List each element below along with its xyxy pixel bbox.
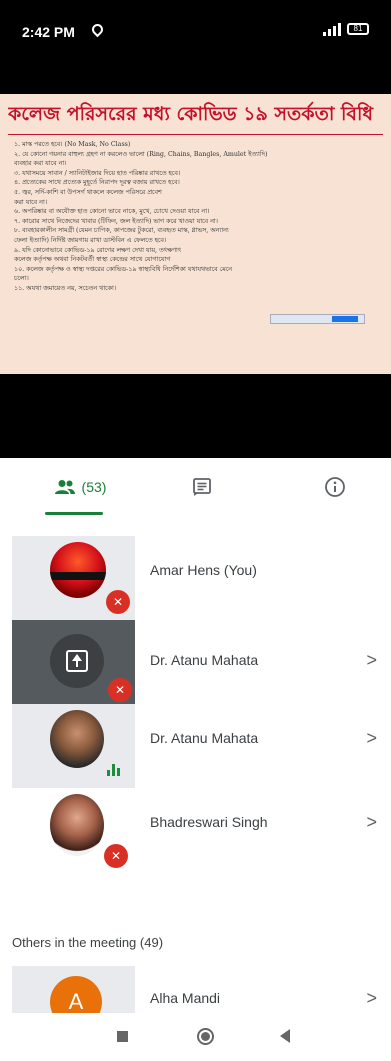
status-time: 2:42 PM xyxy=(22,24,75,40)
meeting-tabs: (53) xyxy=(0,458,391,516)
slide-line: ফেলা ইত্যাদি) নির্দিষ্ট জায়গায় রাখা ডা… xyxy=(14,236,167,244)
avatar xyxy=(50,710,104,768)
participant-tile: ✕ xyxy=(12,788,135,872)
participant-name: Alha Mandi xyxy=(150,990,221,1006)
signal-icon xyxy=(323,22,341,36)
tab-people[interactable]: (53) xyxy=(35,458,125,516)
slide-line: ১. মাস্ক পরতে হবে। (No Mask, No Class) xyxy=(14,141,131,148)
participant-tile: ✕ xyxy=(12,620,135,704)
slide-line: কলেজ কর্তৃপক্ষ অথবা নিকটবর্তী স্বাস্থ্য … xyxy=(14,256,171,264)
participant-name: Dr. Atanu Mahata xyxy=(150,652,259,668)
slide-line: করা যাবে না। xyxy=(14,198,48,206)
status-icons: 81 xyxy=(323,22,369,36)
tab-chat[interactable] xyxy=(182,458,222,516)
audio-level-icon xyxy=(107,764,120,776)
chat-icon xyxy=(193,478,211,496)
battery-level: 81 xyxy=(353,24,363,33)
people-icon xyxy=(54,480,75,494)
avatar: A xyxy=(50,976,102,1014)
slide-line: ১১. অযথা জমায়েত নয়, সচেতন থাকো। xyxy=(14,284,117,292)
avatar xyxy=(50,542,106,598)
location-icon xyxy=(89,21,106,38)
mic-off-icon: ✕ xyxy=(106,590,130,614)
slide-line: ২. যে কোনো গয়নার বাহুল্য গ্রহণ না করলেও… xyxy=(14,150,268,158)
participant-row[interactable]: ✕ Amar Hens (You) xyxy=(0,532,391,620)
participant-tile: ✕ xyxy=(12,536,135,620)
tab-info[interactable] xyxy=(315,458,355,516)
slide-line: ৪. প্রত্যেকের সাথে প্রত্যেক মুহূর্তে নির… xyxy=(14,179,180,187)
recents-button[interactable] xyxy=(117,1031,128,1042)
chevron-right-icon: > xyxy=(366,812,377,832)
mic-off-icon: ✕ xyxy=(108,678,132,702)
slide-line: ৬. অপরিষ্কার বা অযৌক্ত হাত কোনো ভাবে নাক… xyxy=(14,208,210,216)
participant-tile: A ✕ xyxy=(12,966,135,1014)
tab-active-indicator xyxy=(45,512,103,515)
participant-row[interactable]: A ✕ Alha Mandi > xyxy=(0,962,391,1014)
system-nav-bar xyxy=(0,1013,391,1061)
chevron-right-icon: > xyxy=(366,728,377,748)
avatar-initial: A xyxy=(68,989,84,1014)
chevron-right-icon: > xyxy=(366,988,377,1008)
participant-name: Dr. Atanu Mahata xyxy=(150,730,259,746)
slide-line: ৯. যদি কোনোভাবে কোভিড-১৯ রোগের লক্ষণ দেখ… xyxy=(14,246,182,254)
status-bar: 2:42 PM 81 xyxy=(0,0,391,60)
slide-body: ১. মাস্ক পরতে হবে। (No Mask, No Class) ২… xyxy=(14,140,369,294)
battery-icon: 81 xyxy=(347,23,369,35)
slide-line: ১০. কলেজ কর্তৃপক্ষ ও স্বাস্থ্য দপ্তরের ক… xyxy=(14,265,232,273)
slide-line: ৭. কারোর সাথে নিজেদের খাবার (টিফিন, জল ই… xyxy=(14,217,218,225)
people-count: (53) xyxy=(81,479,107,495)
slide-divider xyxy=(8,134,383,135)
chevron-right-icon: > xyxy=(366,650,377,670)
slide-title: কলেজ পরিসরের মধ্য কোভিড ১৯ সতর্কতা বিধি xyxy=(8,103,374,125)
avatar xyxy=(50,794,104,856)
avatar xyxy=(50,634,104,688)
participant-tile xyxy=(12,704,135,788)
slide-line: চলো। xyxy=(14,275,29,283)
mic-off-icon: ✕ xyxy=(104,844,128,868)
participant-row[interactable]: Dr. Atanu Mahata > xyxy=(0,700,391,788)
others-section-title: Others in the meeting (49) xyxy=(12,935,164,950)
back-button[interactable] xyxy=(280,1029,290,1043)
home-button[interactable] xyxy=(197,1028,214,1045)
slide-line: ৫. জ্বর, সর্দি-কাশি বা উপসর্গ থাকলে কলেজ… xyxy=(14,188,162,196)
participant-name: Bhadreswari Singh xyxy=(150,814,268,830)
slide-line: ৮. ব্যবহারকালীন সামগ্রী (যেমন চাপিক, কাপ… xyxy=(14,227,229,235)
slide-overlay-bar xyxy=(270,314,365,324)
participant-name: Amar Hens (You) xyxy=(150,562,257,578)
shared-slide: কলেজ পরিসরের মধ্য কোভিড ১৯ সতর্কতা বিধি … xyxy=(0,94,391,374)
participant-row[interactable]: ✕ Bhadreswari Singh > xyxy=(0,784,391,872)
slide-line: ব্যবহার করা যাবে না। xyxy=(14,160,67,168)
slide-line: ৩. যথাসময়ে সাবান / স্যানিটাইজার দিয়ে হ… xyxy=(14,169,181,177)
info-icon xyxy=(325,477,345,497)
participant-row[interactable]: ✕ Dr. Atanu Mahata > xyxy=(0,616,391,704)
presentation-video[interactable]: কলেজ পরিসরের মধ্য কোভিড ১৯ সতর্কতা বিধি … xyxy=(0,60,391,458)
